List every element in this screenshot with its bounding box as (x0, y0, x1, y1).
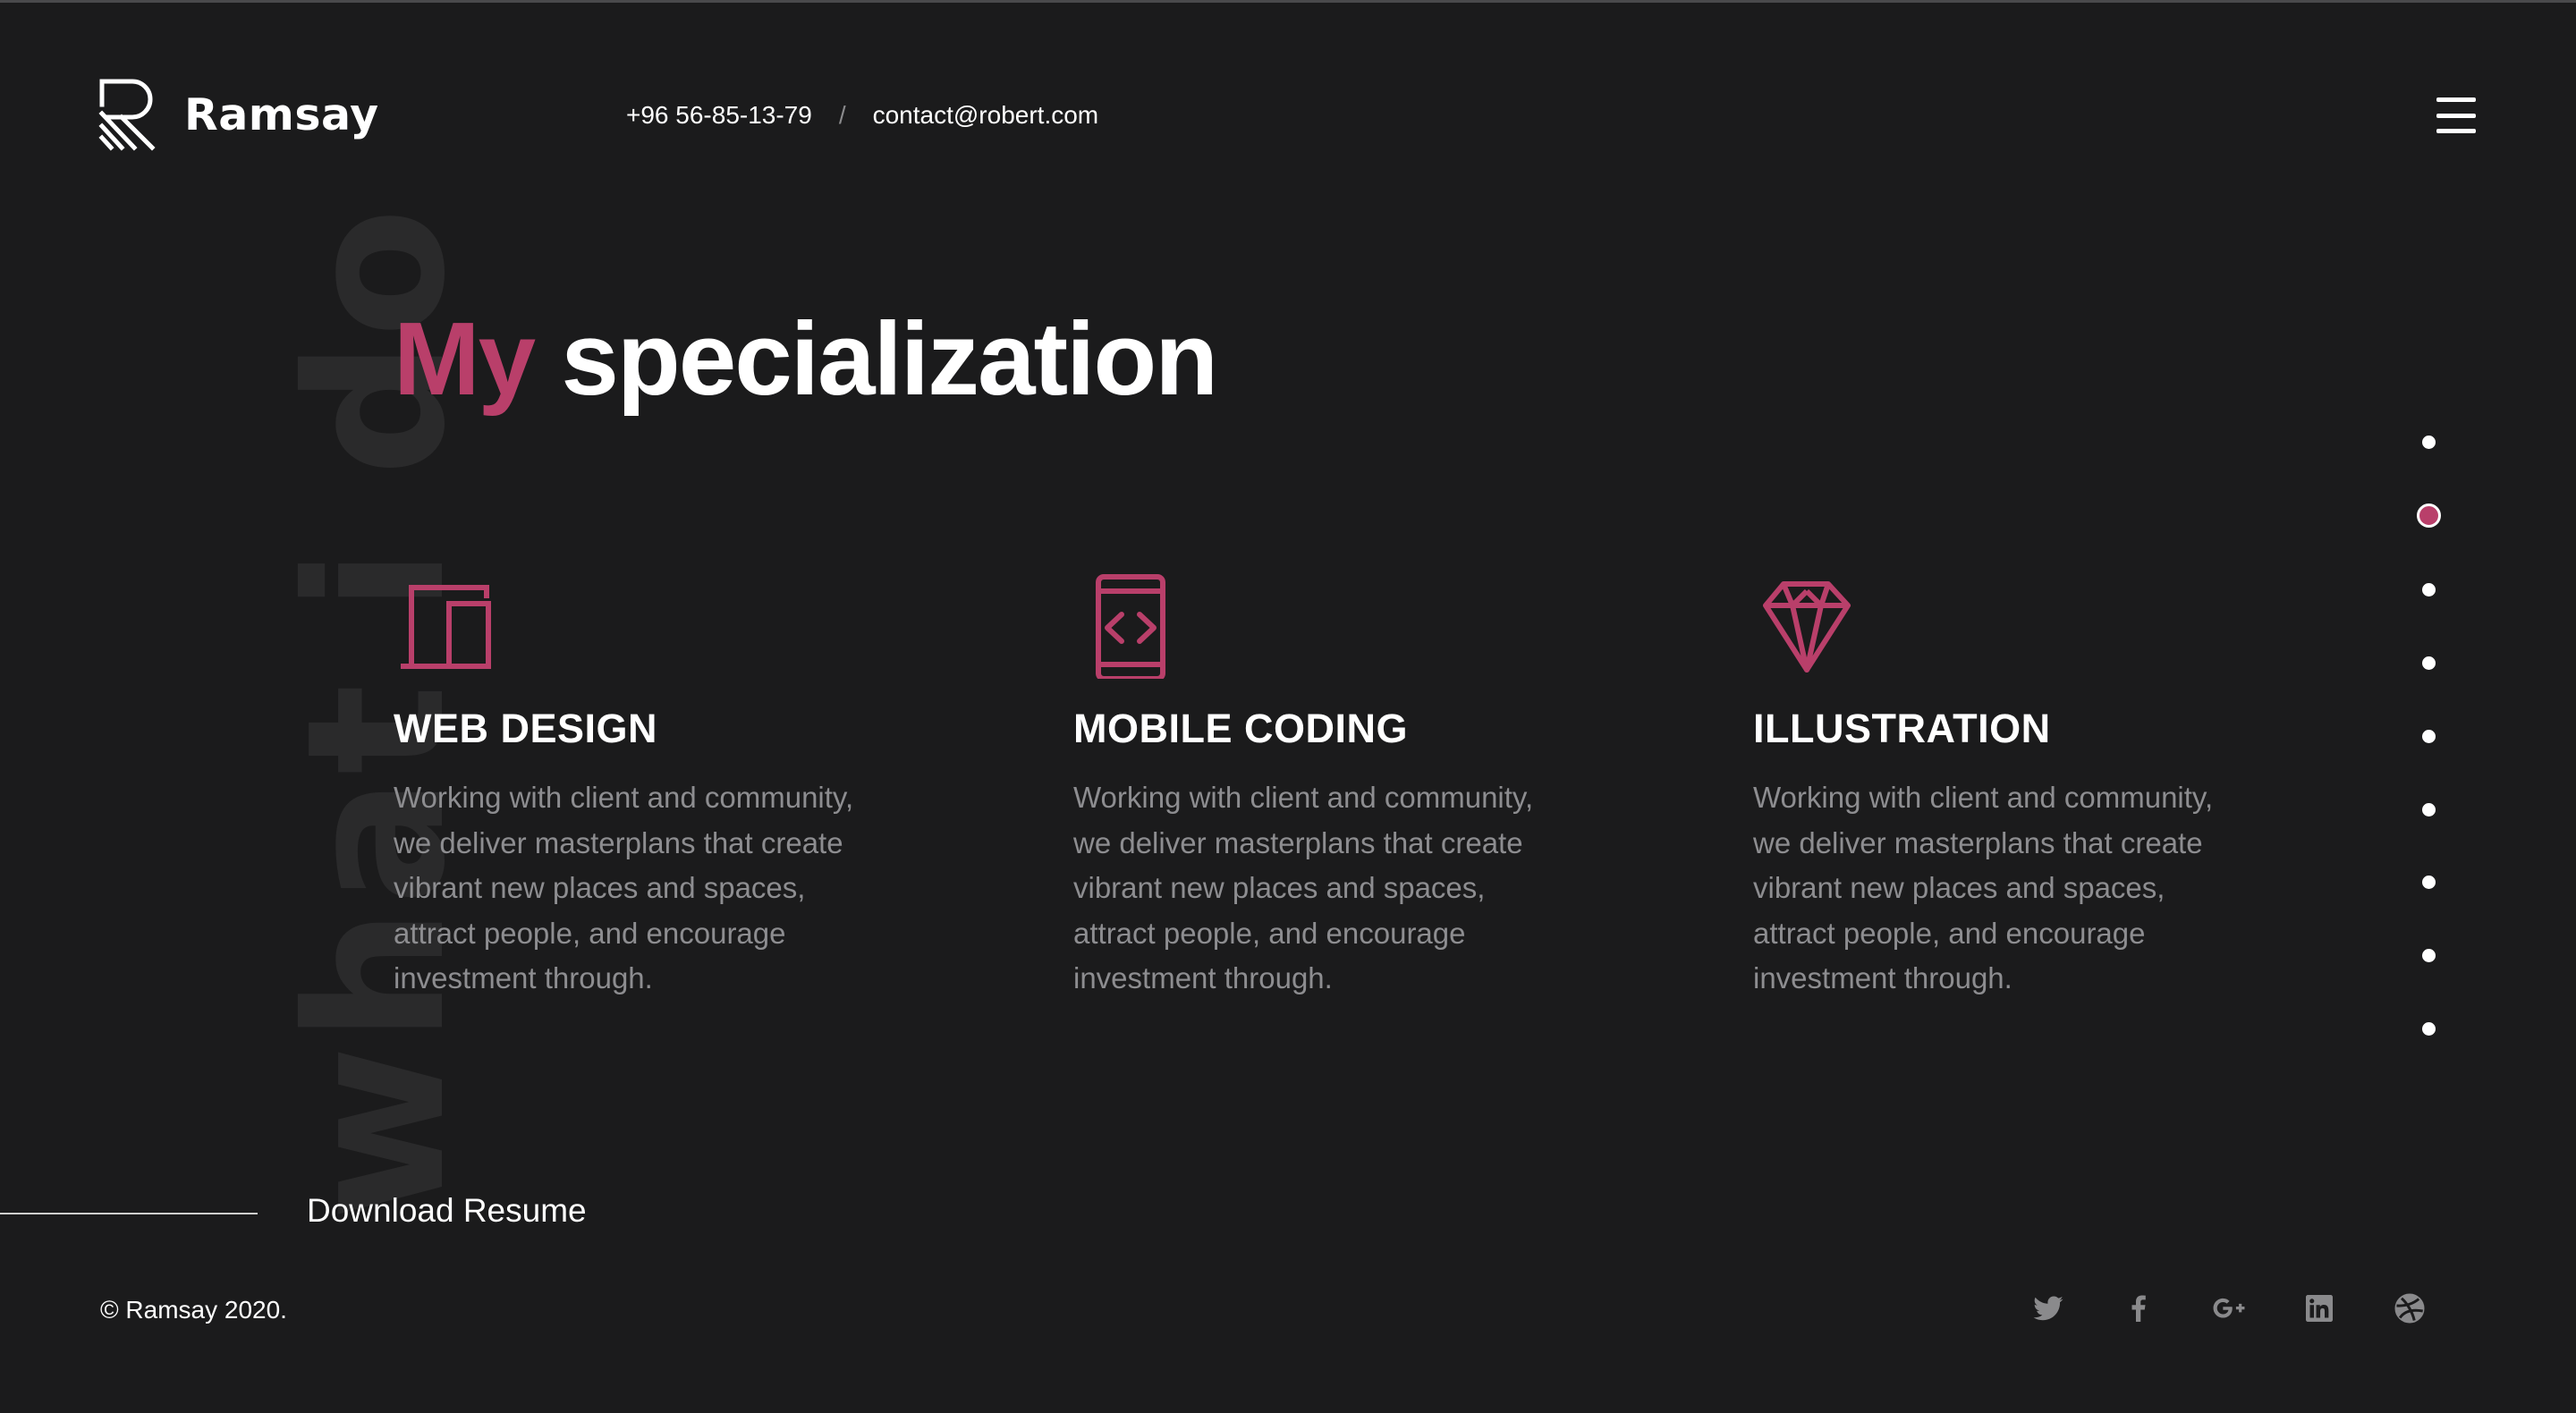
heading-rest: specialization (561, 300, 1218, 417)
twitter-icon[interactable] (2030, 1290, 2066, 1326)
service-illustration: ILLUSTRATION Working with client and com… (1753, 571, 2254, 1002)
download-line (0, 1213, 258, 1214)
service-description: Working with client and community, we de… (394, 781, 854, 994)
service-mobile-coding: MOBILE CODING Working with client and co… (1073, 571, 1574, 1002)
section-dot[interactable] (2422, 730, 2436, 743)
section-dot[interactable] (2422, 1022, 2436, 1036)
service-title: ILLUSTRATION (1753, 706, 2051, 751)
menu-bar (2436, 129, 2476, 133)
section-dot[interactable] (2422, 656, 2436, 670)
copyright-text: © Ramsay 2020. (100, 1296, 287, 1324)
header-contact: +96 56-85-13-79 / contact@robert.com (626, 101, 1098, 130)
section-dot[interactable] (2422, 949, 2436, 962)
page: Ramsay +96 56-85-13-79 / contact@robert.… (0, 0, 2576, 1413)
section-dot[interactable] (2422, 583, 2436, 597)
section-dot[interactable] (2422, 876, 2436, 889)
heading-accent: My (394, 300, 536, 417)
linkedin-icon[interactable] (2301, 1290, 2337, 1326)
service-description: Working with client and community, we de… (1073, 781, 1534, 994)
menu-bar (2436, 113, 2476, 118)
hamburger-menu-icon[interactable] (2436, 97, 2476, 133)
social-links (2030, 1290, 2428, 1326)
brand-name: Ramsay (184, 89, 379, 140)
mobile-code-icon (1096, 574, 1165, 679)
diamond-icon (1763, 581, 1851, 673)
dribbble-icon[interactable] (2392, 1290, 2428, 1326)
service-title: MOBILE CODING (1073, 706, 1408, 751)
section-dot-active[interactable] (2417, 503, 2441, 528)
service-description: Working with client and community, we de… (1753, 781, 2214, 994)
section-dot[interactable] (2422, 803, 2436, 816)
facebook-icon[interactable] (2121, 1290, 2157, 1326)
email-link[interactable]: contact@robert.com (873, 101, 1099, 130)
devices-icon (401, 585, 491, 669)
contact-separator: / (838, 101, 846, 129)
menu-bar (2436, 97, 2476, 102)
phone-number[interactable]: +96 56-85-13-79 (626, 101, 812, 130)
brand-logo[interactable]: Ramsay (98, 78, 379, 151)
google-plus-icon[interactable] (2211, 1290, 2247, 1326)
section-dot[interactable] (2422, 436, 2436, 449)
logo-r-icon (98, 79, 156, 151)
service-title: WEB DESIGN (394, 706, 658, 751)
service-web-design: WEB DESIGN Working with client and commu… (394, 571, 894, 1002)
section-heading: My specialization (394, 307, 1218, 410)
download-resume-link[interactable]: Download Resume (307, 1192, 587, 1230)
